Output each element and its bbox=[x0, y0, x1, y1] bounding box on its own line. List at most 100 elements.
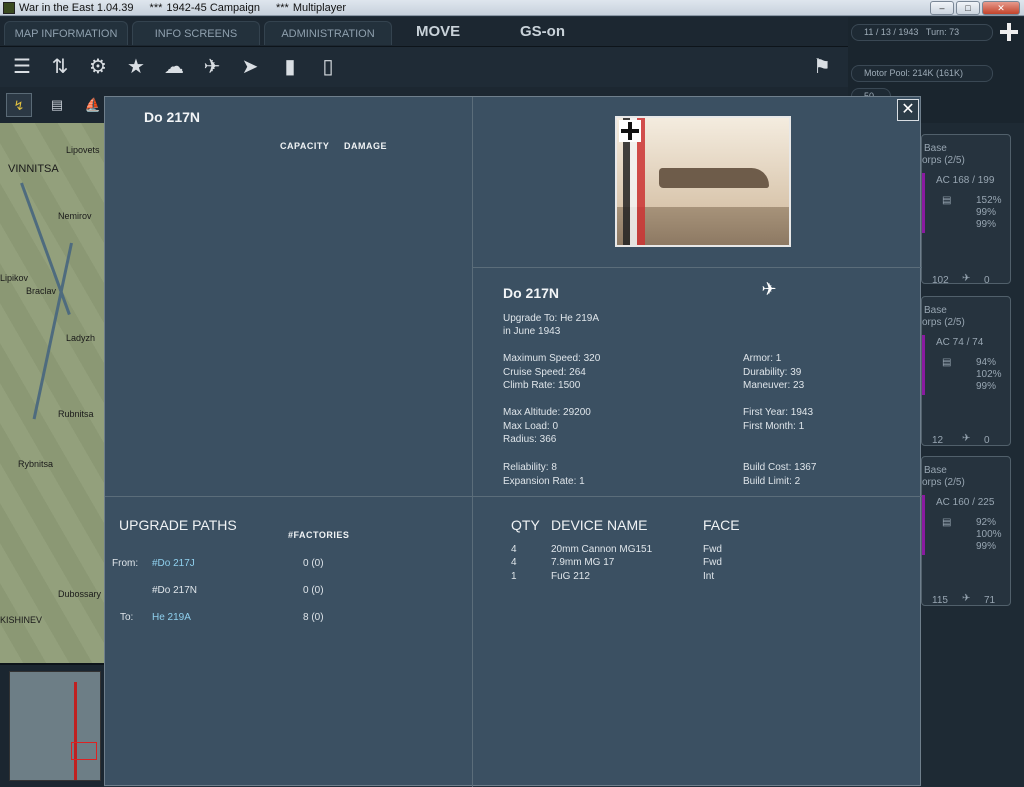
stat-armor: Armor: 1 bbox=[743, 353, 782, 364]
unit-corps-label: orps (2/5) bbox=[922, 155, 965, 166]
unit-right-count: 0 bbox=[984, 435, 990, 446]
front-line bbox=[74, 682, 77, 780]
unit-percent: 102% bbox=[976, 369, 1002, 380]
strength-bar bbox=[922, 173, 925, 233]
upgrade-path-link[interactable]: He 219A bbox=[152, 612, 191, 623]
aircraft-detail-dialog: ✕ Do 217N CAPACITY DAMAGE Do 217N ✈ Upgr… bbox=[104, 96, 922, 787]
strength-bar bbox=[922, 495, 925, 555]
tab-map-information[interactable]: MAP INFORMATION bbox=[4, 21, 128, 45]
aircraft-name-title: Do 217N bbox=[144, 109, 201, 125]
upgrade-path-current: #Do 217N bbox=[152, 585, 198, 596]
squad-icon: ▤ bbox=[942, 517, 952, 528]
map-city-label: Lipovets bbox=[66, 145, 100, 155]
path-factories: 0 (0) bbox=[303, 558, 324, 569]
unit-card[interactable]: Base orps (2/5) AC 74 / 74 ▤ 94% 102% 99… bbox=[921, 296, 1011, 446]
stat-max-load: Max Load: 0 bbox=[503, 421, 559, 432]
motor-pool-display: Motor Pool: 214K (161K) bbox=[851, 65, 993, 82]
flag-icon[interactable]: ⚑ bbox=[808, 53, 836, 81]
unit-percent: 152% bbox=[976, 195, 1002, 206]
path-factories: 8 (0) bbox=[303, 612, 324, 623]
window-title-bar: War in the East 1.04.39 *** 1942-45 Camp… bbox=[0, 0, 1024, 16]
list-icon[interactable]: ☰ bbox=[8, 53, 36, 81]
plane-small-icon: ✈ bbox=[962, 433, 971, 444]
upgrade-path-link[interactable]: #Do 217J bbox=[152, 558, 195, 569]
minimize-icon[interactable]: – bbox=[930, 1, 954, 15]
aircraft-detail-title: Do 217N bbox=[503, 285, 560, 301]
factories-header: #FACTORIES bbox=[288, 530, 350, 540]
stat-durability: Durability: 39 bbox=[743, 367, 802, 378]
unit-aircraft-count: AC 168 / 199 bbox=[936, 175, 995, 186]
minimap-view[interactable] bbox=[9, 671, 101, 781]
iron-cross-icon bbox=[619, 120, 641, 142]
stat-build-cost: Build Cost: 1367 bbox=[743, 462, 817, 473]
device-qty: 4 bbox=[511, 557, 517, 568]
squad-icon: ▤ bbox=[942, 195, 952, 206]
plane-small-icon: ✈ bbox=[962, 593, 971, 604]
date-turn-display: 11 / 13 / 1943 Turn: 73 bbox=[851, 24, 993, 41]
minimap[interactable] bbox=[0, 663, 104, 787]
maximize-icon[interactable]: □ bbox=[956, 1, 980, 15]
upgrade-date-text: in June 1943 bbox=[503, 326, 561, 337]
unit-left-count: 115 bbox=[932, 595, 948, 606]
unit-percent: 94% bbox=[976, 357, 997, 368]
hex-map[interactable]: Lipovets VINNITSA Nemirov Lipikov Bracla… bbox=[0, 123, 104, 663]
unit-base-label: Base bbox=[924, 465, 947, 476]
ship-icon[interactable]: ⛵ bbox=[80, 93, 106, 117]
device-face: Fwd bbox=[703, 557, 722, 568]
map-city-label: Rubnitsa bbox=[58, 409, 94, 419]
document-icon[interactable]: ▯ bbox=[314, 53, 342, 81]
stat-first-month: First Month: 1 bbox=[743, 421, 805, 432]
tab-info-screens[interactable]: INFO SCREENS bbox=[132, 21, 260, 45]
rail-icon[interactable]: ▤ bbox=[44, 93, 70, 117]
capacity-header: CAPACITY bbox=[280, 141, 330, 151]
window-controls: – □ ✕ bbox=[928, 1, 1020, 15]
unit-corps-label: orps (2/5) bbox=[922, 317, 965, 328]
gs-toggle-button[interactable]: GS-on bbox=[520, 23, 565, 40]
unit-right-count: 71 bbox=[984, 595, 996, 606]
stat-maneuver: Maneuver: 23 bbox=[743, 380, 805, 391]
weather-icon[interactable]: ☁ bbox=[160, 53, 188, 81]
main-toolbar: ☰ ⇅ ⚙ ★ ☁ ✈ ➤ ▮ ▯ ⚑ bbox=[0, 47, 848, 87]
unit-percent: 99% bbox=[976, 219, 997, 230]
turn-number: Turn: 73 bbox=[925, 27, 960, 37]
units-icon[interactable]: ⇅ bbox=[46, 53, 74, 81]
window-title: War in the East 1.04.39 bbox=[19, 1, 134, 14]
close-window-icon[interactable]: ✕ bbox=[982, 1, 1020, 15]
squad-icon: ▤ bbox=[942, 357, 952, 368]
to-label: To: bbox=[120, 612, 134, 623]
unit-card[interactable]: Base orps (2/5) AC 168 / 199 ▤ 152% 99% … bbox=[921, 134, 1011, 286]
route-icon[interactable]: ↯ bbox=[6, 93, 32, 117]
iron-cross-icon bbox=[1000, 23, 1018, 41]
horizontal-divider bbox=[473, 267, 922, 268]
device-qty: 4 bbox=[511, 544, 517, 555]
unit-base-label: Base bbox=[924, 143, 947, 154]
report-icon[interactable]: ▮ bbox=[276, 53, 304, 81]
fighter-plane-icon: ✈ bbox=[761, 279, 777, 299]
stat-max-speed: Maximum Speed: 320 bbox=[503, 353, 601, 364]
tab-administration[interactable]: ADMINISTRATION bbox=[264, 21, 392, 45]
star-icon[interactable]: ★ bbox=[122, 53, 150, 81]
unit-corps-label: orps (2/5) bbox=[922, 477, 965, 488]
air-icon[interactable]: ✈ bbox=[198, 53, 226, 81]
rocket-icon[interactable]: ➤ bbox=[236, 53, 264, 81]
device-name: 7.9mm MG 17 bbox=[551, 557, 615, 568]
unit-base-label: Base bbox=[924, 305, 947, 316]
stat-first-year: First Year: 1943 bbox=[743, 407, 814, 418]
close-dialog-icon[interactable]: ✕ bbox=[897, 99, 919, 121]
gear-icon[interactable]: ⚙ bbox=[84, 53, 112, 81]
unit-card[interactable]: Base orps (2/5) AC 160 / 225 ▤ 92% 100% … bbox=[921, 456, 1011, 606]
damage-header: DAMAGE bbox=[344, 141, 387, 151]
device-name: 20mm Cannon MG151 bbox=[551, 544, 653, 555]
stat-radius: Radius: 366 bbox=[503, 434, 557, 445]
device-name: FuG 212 bbox=[551, 571, 590, 582]
map-city-label: Nemirov bbox=[58, 211, 92, 221]
move-mode-button[interactable]: MOVE bbox=[416, 23, 460, 40]
unit-aircraft-count: AC 74 / 74 bbox=[936, 337, 984, 348]
device-face: Fwd bbox=[703, 544, 722, 555]
minimap-viewport[interactable] bbox=[71, 742, 97, 760]
stat-max-altitude: Max Altitude: 29200 bbox=[503, 407, 591, 418]
stat-expansion-rate: Expansion Rate: 1 bbox=[503, 476, 585, 487]
photo-aircraft bbox=[659, 168, 769, 188]
horizontal-divider bbox=[105, 496, 922, 497]
upgrade-paths-header: UPGRADE PATHS bbox=[119, 517, 237, 533]
